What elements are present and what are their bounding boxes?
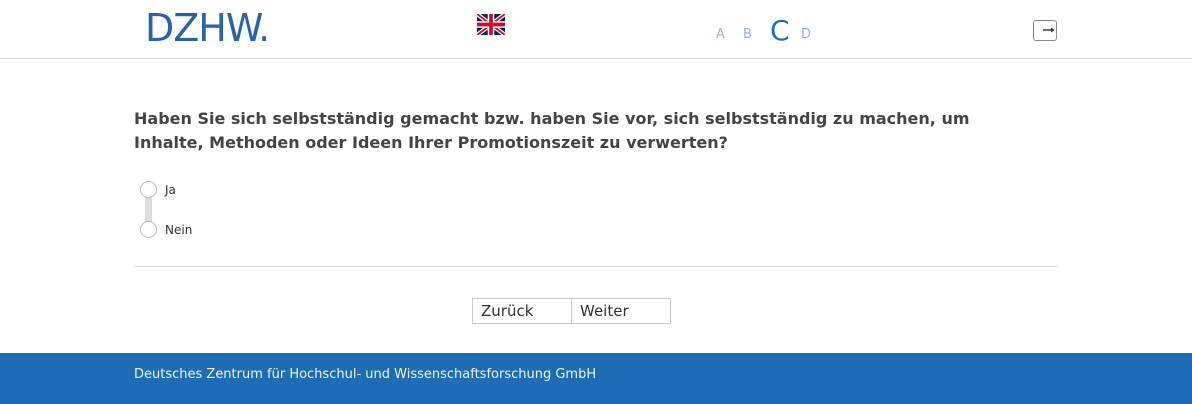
section-a: A <box>716 27 725 42</box>
footer: Deutsches Zentrum für Hochschul- und Wis… <box>0 353 1192 404</box>
logout-arrow-icon <box>1043 27 1055 33</box>
section-b: B <box>743 27 752 42</box>
section-indicator: A B C D <box>716 12 828 46</box>
uk-flag-icon[interactable] <box>477 14 505 35</box>
back-button[interactable]: Zurück <box>472 298 572 324</box>
option-ja[interactable]: Ja <box>140 181 176 198</box>
radio-ja[interactable] <box>140 181 157 198</box>
dzhw-logo: DZHW. <box>145 6 270 50</box>
option-nein[interactable]: Nein <box>140 221 192 238</box>
option-ja-label[interactable]: Ja <box>165 183 176 197</box>
section-d: D <box>801 27 812 42</box>
section-c-current: C <box>770 14 790 47</box>
header: DZHW. A B C D <box>0 0 1192 59</box>
logo-dot: . <box>258 6 270 50</box>
question-text: Haben Sie sich selbstständig gemacht bzw… <box>134 109 970 152</box>
logout-button[interactable] <box>1033 20 1057 41</box>
logo-text: DZHW <box>145 6 259 50</box>
option-nein-label[interactable]: Nein <box>165 223 192 237</box>
next-button[interactable]: Weiter <box>572 298 671 324</box>
answer-options: Ja Nein <box>140 181 340 241</box>
divider <box>134 266 1058 267</box>
radio-nein[interactable] <box>140 221 157 238</box>
footer-text: Deutsches Zentrum für Hochschul- und Wis… <box>134 367 597 382</box>
navigation-buttons: Zurück Weiter <box>472 298 671 324</box>
